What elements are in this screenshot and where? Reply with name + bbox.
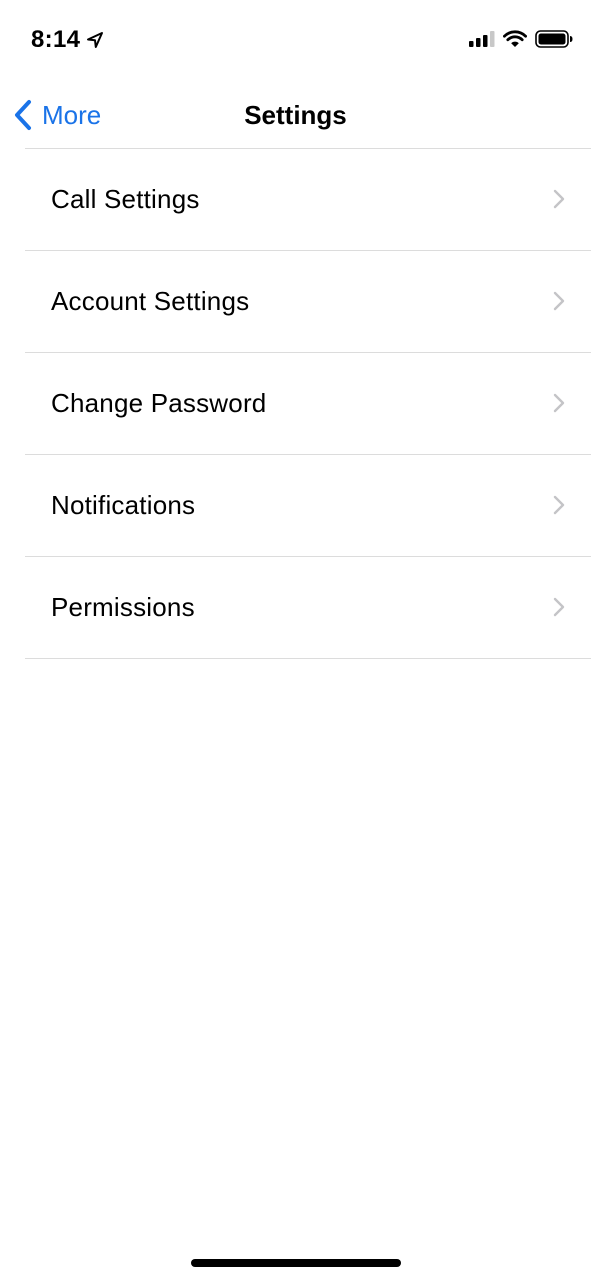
chevron-left-icon: [15, 100, 31, 130]
settings-item-label: Change Password: [51, 388, 267, 418]
settings-item-permissions[interactable]: Permissions: [25, 557, 591, 659]
location-arrow-icon: [87, 32, 104, 48]
status-bar: 8:14: [0, 0, 591, 86]
navigation-bar: More Settings: [0, 86, 591, 148]
wifi-icon: [503, 30, 527, 47]
settings-item-change-password[interactable]: Change Password: [25, 353, 591, 455]
settings-list: Call Settings Account Settings Change Pa…: [25, 148, 591, 659]
status-time-group: 8:14: [31, 26, 104, 54]
settings-item-label: Call Settings: [51, 184, 200, 214]
chevron-right-icon: [553, 597, 565, 617]
back-button[interactable]: More: [12, 95, 101, 135]
settings-item-label: Permissions: [51, 592, 195, 622]
chevron-right-icon: [553, 291, 565, 311]
home-indicator[interactable]: [191, 1259, 401, 1267]
chevron-right-icon: [553, 495, 565, 515]
chevron-right-icon: [553, 189, 565, 209]
settings-item-label: Account Settings: [51, 286, 250, 316]
cellular-signal-icon: [469, 31, 495, 47]
chevron-right-icon: [553, 393, 565, 413]
back-button-label: More: [42, 100, 102, 130]
settings-item-account-settings[interactable]: Account Settings: [25, 251, 591, 353]
settings-item-label: Notifications: [51, 490, 196, 520]
battery-icon: [535, 30, 573, 48]
status-time: 8:14: [31, 26, 81, 53]
status-icons: [469, 30, 573, 48]
settings-item-call-settings[interactable]: Call Settings: [25, 149, 591, 251]
settings-item-notifications[interactable]: Notifications: [25, 455, 591, 557]
